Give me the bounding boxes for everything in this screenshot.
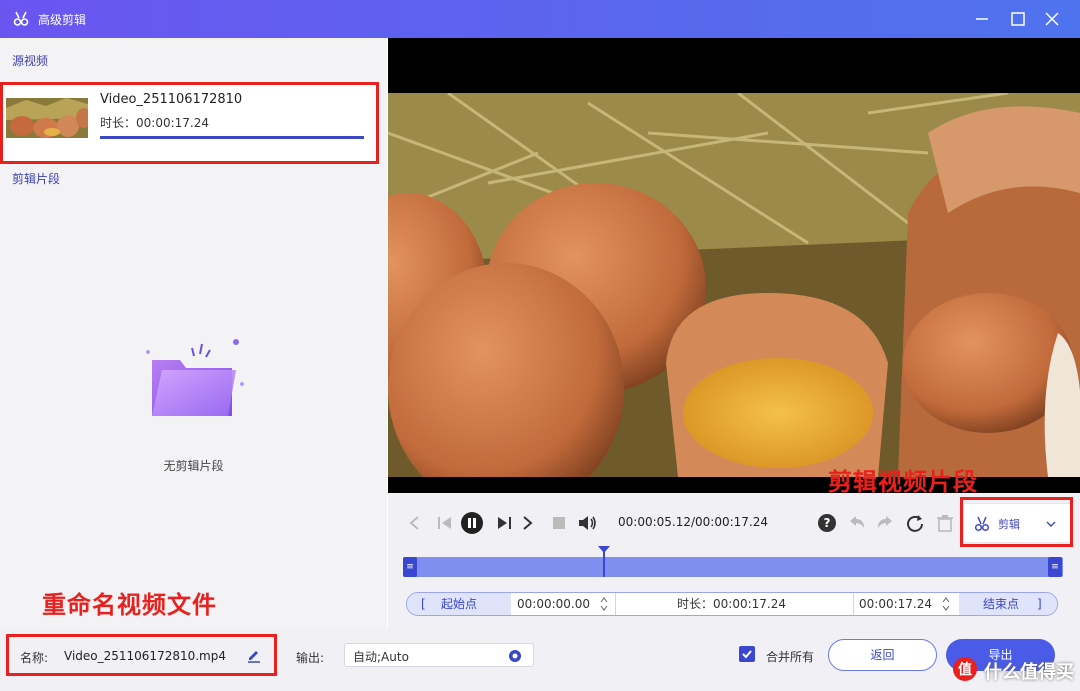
svg-text:值: 值 [958, 661, 972, 678]
close-icon[interactable] [1042, 9, 1062, 29]
bracket-right-icon: ] [1037, 597, 1042, 611]
set-start-button[interactable]: [ 起始点 [407, 593, 511, 615]
output-select[interactable]: 自动;Auto [344, 643, 534, 667]
delete-icon[interactable] [934, 513, 956, 533]
redo-icon[interactable] [874, 513, 896, 533]
annotation-clip-text: 剪辑视频片段 [828, 468, 978, 496]
merge-all-label: 合并所有 [766, 650, 815, 664]
bracket-left-icon: [ [421, 597, 426, 611]
stop-icon[interactable] [548, 513, 570, 533]
source-video-label: 源视频 [12, 54, 49, 68]
watermark: 值 什么值得买 [944, 652, 1078, 686]
timeline-track[interactable] [403, 557, 1063, 577]
minimize-icon[interactable] [972, 9, 992, 29]
checkmark-icon [742, 650, 752, 659]
title-bar: 高级剪辑 [0, 0, 1080, 38]
volume-icon[interactable] [576, 513, 598, 533]
window-title: 高级剪辑 [38, 13, 87, 27]
end-label: 结束点 [983, 597, 1020, 611]
output-value: 自动;Auto [353, 650, 409, 664]
range-bar: [ 起始点 00:00:00.00 时长：00:00:17.24 00:00:1… [406, 592, 1058, 616]
next-frame-icon[interactable] [516, 513, 538, 533]
video-preview[interactable] [388, 38, 1080, 493]
end-stepper-icon[interactable] [941, 594, 951, 614]
watermark-logo-icon: 值 [953, 657, 977, 681]
range-duration: 时长：00:00:17.24 [677, 597, 786, 611]
range-divider [615, 593, 616, 615]
start-time-field[interactable]: 00:00:00.00 [517, 593, 590, 615]
annotation-box-source [0, 82, 379, 164]
timeline-start-handle[interactable]: ≡ [403, 557, 417, 577]
pause-icon[interactable] [460, 511, 484, 535]
playhead[interactable] [603, 548, 606, 577]
back-button[interactable]: 返回 [828, 639, 937, 671]
undo-icon[interactable] [846, 513, 868, 533]
help-icon[interactable]: ? [816, 513, 838, 533]
end-time-field[interactable]: 00:00:17.24 [859, 593, 932, 615]
settings-gear-icon[interactable] [507, 648, 523, 664]
prev-frame-icon[interactable] [404, 513, 426, 533]
svg-text:?: ? [824, 516, 831, 530]
watermark-text: 什么值得买 [984, 662, 1074, 683]
timeline-end-handle[interactable]: ≡ [1048, 557, 1062, 577]
annotation-box-clip [960, 497, 1073, 547]
skip-start-icon[interactable] [434, 513, 456, 533]
empty-folder-icon [146, 339, 244, 416]
time-readout: 00:00:05.12/00:00:17.24 [618, 515, 768, 529]
clips-label: 剪辑片段 [12, 172, 61, 186]
start-stepper-icon[interactable] [599, 594, 609, 614]
video-frame [388, 93, 1080, 477]
merge-all-checkbox[interactable] [739, 646, 755, 662]
reset-icon[interactable] [904, 513, 926, 533]
annotation-box-rename [6, 634, 277, 676]
start-label: 起始点 [441, 597, 478, 611]
annotation-rename-text: 重命名视频文件 [42, 591, 217, 619]
output-label: 输出: [296, 651, 325, 665]
empty-clips-text: 无剪辑片段 [163, 459, 224, 473]
set-end-button[interactable]: 结束点 ] [959, 593, 1057, 615]
maximize-icon[interactable] [1008, 9, 1028, 29]
range-divider [853, 593, 854, 615]
app-logo-icon [13, 11, 29, 26]
skip-end-icon[interactable] [494, 513, 516, 533]
